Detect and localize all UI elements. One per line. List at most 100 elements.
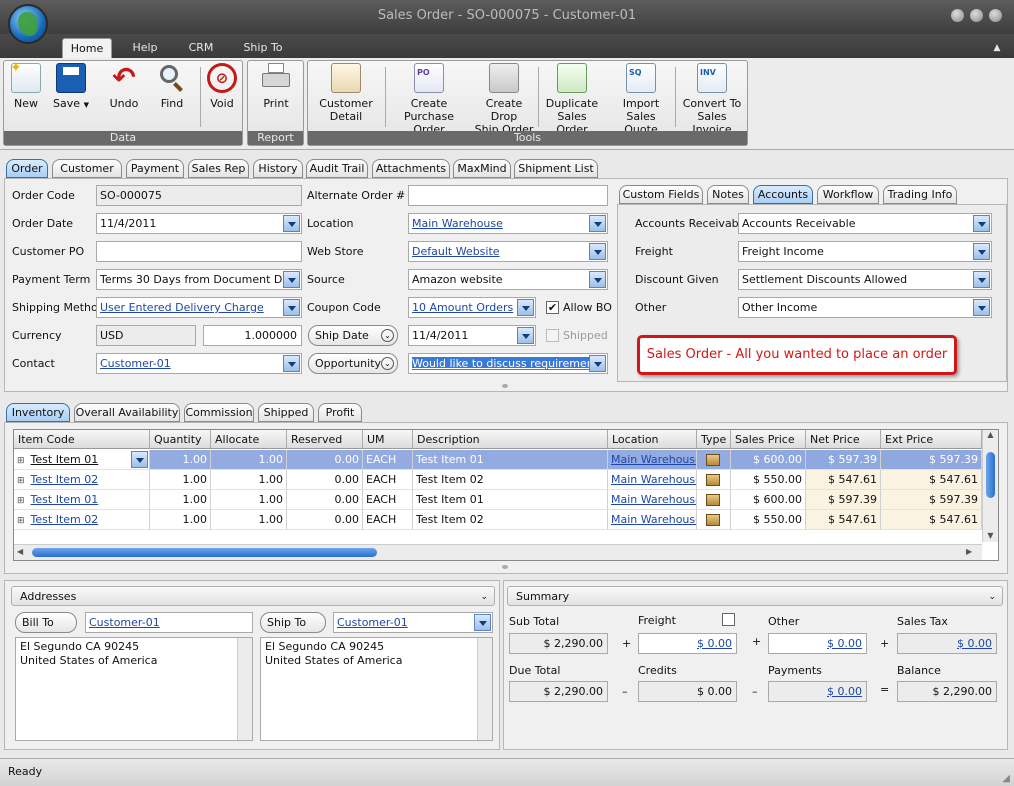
- freight-account-field[interactable]: Freight Income: [738, 241, 992, 262]
- dropdown-arrow-icon[interactable]: [973, 243, 990, 260]
- accounts-receivable-field[interactable]: Accounts Receivable: [738, 213, 992, 234]
- order-date-field[interactable]: 11/4/2011: [96, 213, 302, 234]
- grid-cell-loc[interactable]: Main Warehouse: [608, 470, 697, 490]
- other-account-field[interactable]: Other Income: [738, 297, 992, 318]
- ship-date-button[interactable]: Ship Date ⌄: [308, 325, 398, 346]
- location-link[interactable]: Main Warehouse: [412, 217, 503, 230]
- opportunity-button[interactable]: Opportunity ⌄: [308, 353, 398, 374]
- shipping-method-link[interactable]: User Entered Delivery Charge: [100, 301, 264, 314]
- dropdown-arrow-icon[interactable]: [283, 299, 300, 316]
- column-header[interactable]: Net Price: [806, 430, 881, 449]
- other-link[interactable]: $ 0.00: [827, 637, 862, 650]
- grid-cell-desc[interactable]: Test Item 01: [413, 450, 608, 470]
- resize-grip-icon[interactable]: ◢: [1002, 773, 1010, 784]
- column-header[interactable]: Description: [413, 430, 608, 449]
- grid-cell-item[interactable]: ⊞ Test Item 01: [14, 450, 150, 470]
- contact-field[interactable]: Customer-01: [96, 353, 302, 374]
- grid-cell-ep[interactable]: $ 597.39: [881, 450, 982, 470]
- bill-to-address[interactable]: El Segundo CA 90245 United States of Ame…: [15, 637, 253, 741]
- tab-trading-info[interactable]: Trading Info: [883, 185, 957, 204]
- grid-cell-desc[interactable]: Test Item 02: [413, 510, 608, 530]
- duplicate-sales-order-button[interactable]: Duplicate Sales Order: [540, 63, 604, 136]
- scroll-left-icon[interactable]: ◀: [17, 547, 23, 556]
- tab-profit[interactable]: Profit: [318, 403, 362, 422]
- grid-cell-np[interactable]: $ 597.39: [806, 450, 881, 470]
- grid-cell-qty[interactable]: 1.00: [150, 470, 211, 490]
- grid-cell-qty[interactable]: 1.00: [150, 450, 211, 470]
- bill-to-button[interactable]: Bill To: [15, 612, 77, 633]
- web-store-field[interactable]: Default Website: [408, 241, 608, 262]
- column-header[interactable]: Location: [608, 430, 697, 449]
- ship-date-field[interactable]: 11/4/2011: [408, 325, 536, 346]
- ribbon-collapse-icon[interactable]: ▲: [990, 38, 1004, 58]
- convert-to-sales-invoice-button[interactable]: INV Convert To Sales Invoice: [677, 63, 747, 136]
- collapse-chevron-icon[interactable]: ⌄: [988, 587, 996, 607]
- grid-cell-loc[interactable]: Main Warehouse: [608, 450, 697, 470]
- tab-notes[interactable]: Notes: [707, 185, 749, 204]
- tab-order[interactable]: Order: [6, 159, 48, 178]
- grid-cell-res[interactable]: 0.00: [287, 470, 363, 490]
- column-header[interactable]: Reserved: [287, 430, 363, 449]
- grid-cell-desc[interactable]: Test Item 01: [413, 490, 608, 510]
- dropdown-arrow-icon[interactable]: [973, 271, 990, 288]
- payment-term-field[interactable]: Terms 30 Days from Document Date: [96, 269, 302, 290]
- void-button[interactable]: ⊘ Void: [204, 63, 240, 110]
- tab-inventory[interactable]: Inventory: [6, 403, 70, 422]
- grid-cell-ep[interactable]: $ 547.61: [881, 510, 982, 530]
- freight-field[interactable]: $ 0.00: [638, 633, 737, 654]
- bill-to-link[interactable]: Customer-01: [89, 616, 160, 629]
- scroll-right-icon[interactable]: ▶: [966, 547, 972, 556]
- source-field[interactable]: Amazon website: [408, 269, 608, 290]
- dropdown-arrow-icon[interactable]: [973, 215, 990, 232]
- exchange-rate-field[interactable]: 1.000000: [203, 325, 302, 346]
- ship-to-field[interactable]: Customer-01: [333, 612, 493, 633]
- sales-tax-field[interactable]: $ 0.00: [897, 633, 997, 654]
- column-header[interactable]: Type: [697, 430, 731, 449]
- opportunity-value[interactable]: Would like to discuss requirements: [412, 357, 604, 370]
- import-sales-quote-button[interactable]: SQ Import Sales Quote: [608, 63, 674, 136]
- contact-link[interactable]: Customer-01: [100, 357, 171, 370]
- grid-cell-type[interactable]: [697, 490, 731, 510]
- create-purchase-order-button[interactable]: PO Create Purchase Order: [388, 63, 470, 136]
- grid-cell-loc[interactable]: Main Warehouse: [608, 510, 697, 530]
- find-button[interactable]: Find: [152, 63, 192, 110]
- tab-custom-fields[interactable]: Custom Fields: [619, 185, 703, 204]
- sales-tax-link[interactable]: $ 0.00: [957, 637, 992, 650]
- address-scrollbar[interactable]: [477, 638, 492, 740]
- dropdown-arrow-icon[interactable]: [517, 327, 534, 344]
- location-link[interactable]: Main Warehouse: [611, 453, 696, 466]
- column-header[interactable]: Item Code: [14, 430, 150, 449]
- minimize-button[interactable]: [951, 9, 964, 22]
- other-field[interactable]: $ 0.00: [768, 633, 867, 654]
- scroll-down-icon[interactable]: ▼: [983, 531, 998, 540]
- tab-audit-trail[interactable]: Audit Trail: [306, 159, 368, 178]
- grid-cell-um[interactable]: EACH: [363, 450, 413, 470]
- grid-vertical-scrollbar[interactable]: ▲ ▼: [982, 430, 998, 542]
- grid-cell-type[interactable]: [697, 510, 731, 530]
- splitter-grip-icon[interactable]: [502, 565, 508, 569]
- grid-cell-res[interactable]: 0.00: [287, 450, 363, 470]
- grid-cell-alloc[interactable]: 1.00: [211, 510, 287, 530]
- grid-cell-um[interactable]: EACH: [363, 490, 413, 510]
- grid-cell-qty[interactable]: 1.00: [150, 490, 211, 510]
- horizontal-scroll-thumb[interactable]: [32, 548, 377, 557]
- scroll-thumb[interactable]: [986, 452, 995, 498]
- column-header[interactable]: Ext Price: [881, 430, 982, 449]
- freight-checkbox[interactable]: [722, 613, 735, 626]
- expand-row-icon[interactable]: ⊞: [17, 496, 25, 506]
- item-code-link[interactable]: Test Item 01: [31, 493, 99, 506]
- grid-cell-sp[interactable]: $ 600.00: [731, 450, 806, 470]
- grid-cell-sp[interactable]: $ 600.00: [731, 490, 806, 510]
- ribbon-tab-home[interactable]: Home: [62, 38, 112, 58]
- location-field[interactable]: Main Warehouse: [408, 213, 608, 234]
- coupon-code-field[interactable]: 10 Amount Orders: [408, 297, 536, 318]
- tab-commission[interactable]: Commission: [184, 403, 254, 422]
- item-code-link[interactable]: Test Item 01: [31, 453, 99, 466]
- customer-po-field[interactable]: [96, 241, 302, 262]
- coupon-link[interactable]: 10 Amount Orders: [412, 301, 513, 314]
- location-link[interactable]: Main Warehouse: [611, 513, 696, 526]
- dropdown-arrow-icon[interactable]: [589, 271, 606, 288]
- grid-cell-np[interactable]: $ 547.61: [806, 470, 881, 490]
- ship-to-button[interactable]: Ship To: [260, 612, 326, 633]
- shipping-method-field[interactable]: User Entered Delivery Charge: [96, 297, 302, 318]
